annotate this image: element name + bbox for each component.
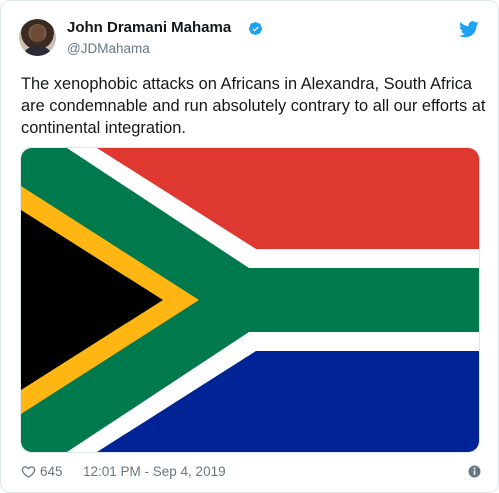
avatar[interactable]: [19, 19, 56, 56]
avatar-face: [31, 25, 44, 42]
tweet-text: The xenophobic attacks on Africans in Al…: [21, 75, 486, 137]
south-africa-flag: [21, 148, 479, 452]
verified-badge-icon: [248, 21, 263, 36]
like-count[interactable]: 645: [40, 464, 63, 479]
avatar-shirt: [24, 46, 51, 56]
heart-icon[interactable]: [21, 464, 36, 479]
info-icon[interactable]: [468, 465, 481, 478]
tweet-media-image[interactable]: [20, 147, 480, 453]
author-handle[interactable]: @JDMahama: [67, 41, 150, 56]
twitter-bird-icon[interactable]: [459, 21, 479, 38]
tweet-card: John Dramani Mahama @JDMahama The xenoph…: [0, 0, 499, 493]
tweet-footer: 645 12:01 PM - Sep 4, 2019: [21, 464, 481, 480]
author-name[interactable]: John Dramani Mahama: [67, 19, 231, 36]
tweet-timestamp[interactable]: 12:01 PM - Sep 4, 2019: [83, 464, 226, 479]
